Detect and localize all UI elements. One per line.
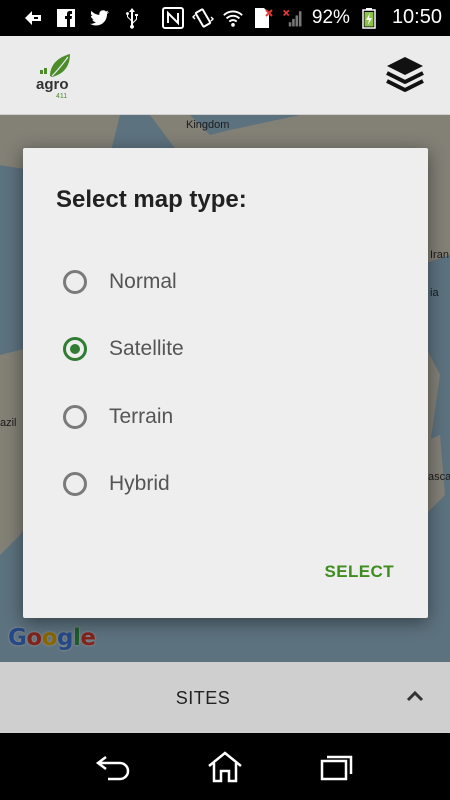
recents-icon (320, 755, 353, 781)
radio-option-terrain[interactable]: Terrain (63, 397, 173, 437)
radio-button[interactable] (63, 270, 87, 294)
clock: 10:50 (391, 6, 442, 28)
layers-button[interactable] (384, 54, 426, 94)
app-bar: agro 411 (0, 36, 450, 115)
navigation-bar (0, 733, 450, 800)
sites-title: SITES (175, 688, 231, 708)
back-icon (95, 756, 130, 781)
agro-logo: agro 411 (30, 50, 78, 102)
select-button[interactable]: SELECT (325, 562, 394, 582)
system-icons: 92% 10:50 (161, 6, 442, 29)
option-label: Normal (109, 270, 177, 293)
recents-button[interactable] (318, 751, 358, 783)
status-bar: 92% 10:50 (0, 0, 450, 36)
sim-error-icon (252, 7, 274, 29)
battery-percent: 92% (311, 6, 350, 28)
back-button[interactable] (94, 751, 134, 783)
battery-charging-icon (358, 7, 380, 29)
signal-icon (282, 7, 304, 29)
usb-icon (121, 7, 143, 29)
vibrate-icon (191, 7, 214, 29)
dialog-title: Select map type: (56, 186, 247, 213)
home-icon (208, 751, 242, 783)
option-label: Hybrid (109, 472, 170, 495)
map-type-dialog: Select map type: Normal Satellite Terrai… (23, 148, 428, 618)
sites-panel[interactable]: SITES (0, 662, 450, 733)
wifi-icon (222, 7, 244, 29)
notification-icons (22, 7, 143, 29)
radio-option-hybrid[interactable]: Hybrid (63, 464, 170, 504)
home-button[interactable] (205, 751, 245, 783)
download-icon (22, 7, 44, 29)
svg-text:411: 411 (56, 93, 67, 100)
radio-button[interactable] (63, 405, 87, 429)
svg-text:agro: agro (36, 76, 69, 93)
layers-icon (386, 57, 424, 92)
option-label: Terrain (109, 405, 174, 428)
nfc-icon (161, 6, 184, 29)
radio-button-selected[interactable] (63, 337, 87, 361)
radio-option-satellite[interactable]: Satellite (63, 329, 184, 369)
option-label: Satellite (109, 337, 184, 360)
twitter-icon (88, 7, 110, 29)
facebook-icon (55, 7, 77, 29)
chevron-up-icon[interactable] (406, 690, 424, 702)
radio-option-normal[interactable]: Normal (63, 262, 177, 302)
radio-button[interactable] (63, 472, 87, 496)
